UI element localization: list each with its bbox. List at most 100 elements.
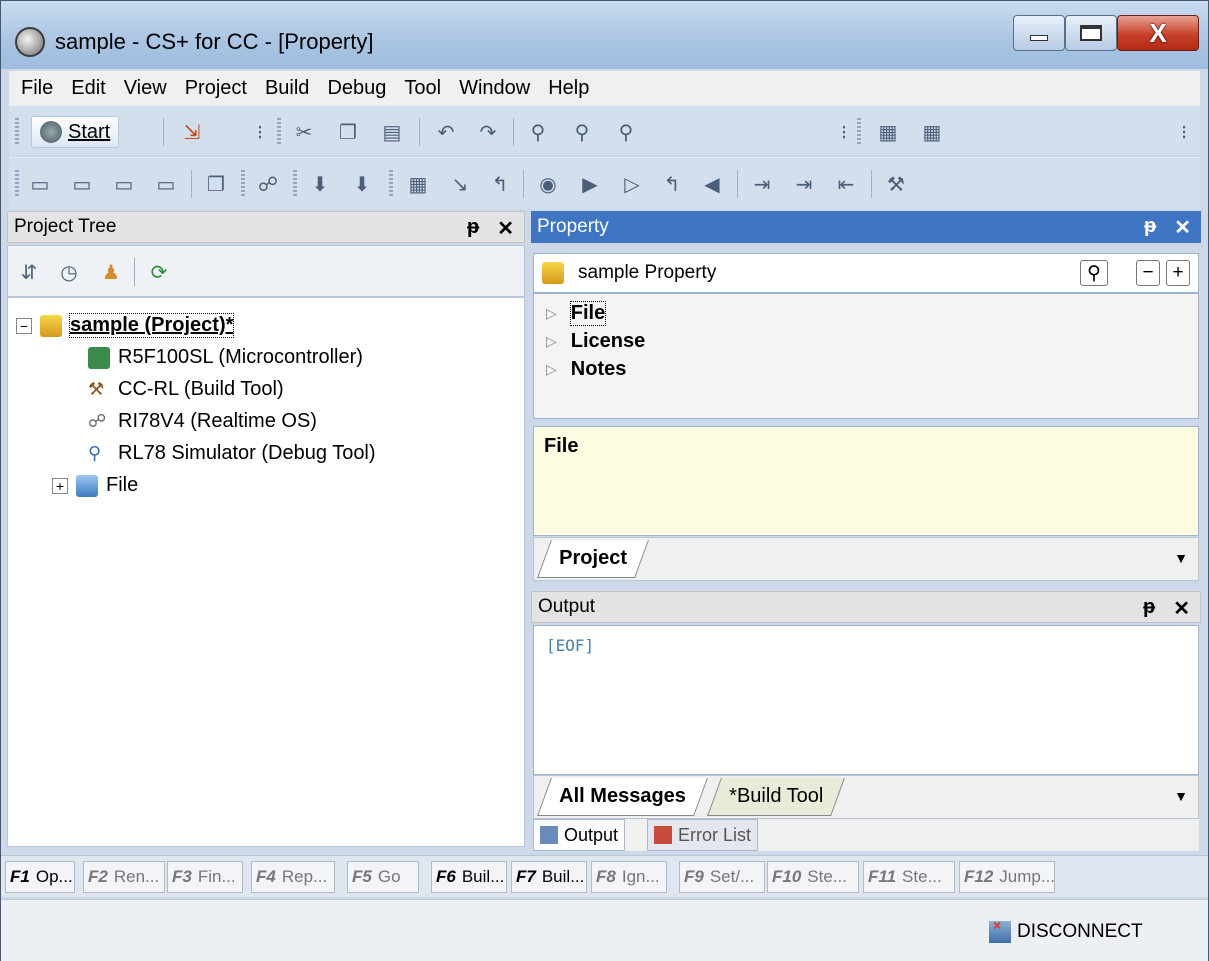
fkey-f5[interactable]: F5 Go (347, 861, 419, 893)
toolbar-grip[interactable] (857, 118, 861, 144)
undo-icon[interactable]: ↶ (433, 120, 459, 144)
fkey-f12[interactable]: F12 Jump... (959, 861, 1055, 893)
rewind-icon[interactable]: ◀ (699, 172, 725, 196)
build-window-2-icon[interactable]: ▦ (919, 120, 945, 144)
tree-node[interactable]: ⚲ RL78 Simulator (Debug Tool) (88, 442, 376, 465)
toolbar-grip[interactable] (241, 170, 245, 196)
toolbar-overflow-icon[interactable]: ⁝ (1171, 120, 1197, 144)
category-license[interactable]: ▷ License (546, 330, 645, 353)
hot-plug-icon[interactable]: ☍ (255, 172, 281, 196)
clock-icon[interactable]: ◷ (56, 260, 82, 284)
exit-icon[interactable]: ⇲ (179, 120, 205, 144)
close-icon[interactable]: ✕ (1173, 596, 1190, 621)
menu-file[interactable]: File (21, 77, 53, 100)
sort-icon[interactable]: ⇵ (16, 260, 42, 284)
fkey-f10[interactable]: F10 Ste... (767, 861, 859, 893)
panel-3-icon[interactable]: ▭ (111, 172, 137, 196)
close-button[interactable]: X (1117, 15, 1199, 51)
menu-help[interactable]: Help (548, 77, 589, 100)
tab-project[interactable]: Project (537, 540, 649, 578)
go-icon[interactable]: ▶ (577, 172, 603, 196)
pin-icon[interactable]: ᵽ (1143, 596, 1155, 621)
menu-tool[interactable]: Tool (404, 77, 441, 100)
menu-window[interactable]: Window (459, 77, 530, 100)
panel-2-icon[interactable]: ▭ (69, 172, 95, 196)
tab-error-list[interactable]: Error List (647, 819, 759, 851)
toolbar-grip[interactable] (293, 170, 297, 196)
toolbar-grip[interactable] (15, 118, 19, 144)
refresh-icon[interactable]: ⟳ (146, 260, 172, 284)
maximize-button[interactable] (1065, 15, 1117, 51)
build-window-icon[interactable]: ▦ (875, 120, 901, 144)
tree-node[interactable]: ⚒ CC-RL (Build Tool) (88, 378, 284, 401)
output-text[interactable]: [EOF] (533, 625, 1199, 775)
category-file[interactable]: ▷ File (546, 301, 607, 326)
toolbar-overflow-icon[interactable]: ⁝ (831, 120, 857, 144)
run-icon[interactable]: ▷ (619, 172, 645, 196)
toolbar-grip[interactable] (389, 170, 393, 196)
tree-node[interactable]: R5F100SL (Microcontroller) (88, 346, 363, 369)
toolbar-grip[interactable] (277, 118, 281, 144)
panel-icon[interactable]: ▭ (27, 172, 53, 196)
expand-icon[interactable]: ▷ (546, 333, 557, 350)
disconnect-status[interactable]: × DISCONNECT (989, 916, 1155, 948)
pin-icon[interactable]: ᵽ (1144, 215, 1156, 240)
fkey-f4[interactable]: F4 Rep... (251, 861, 335, 893)
minimize-button[interactable] (1013, 15, 1065, 51)
tree-node-project[interactable]: − sample (Project)* (16, 313, 235, 338)
tree-node[interactable]: ☍ RI78V4 (Realtime OS) (88, 410, 317, 433)
pin-icon[interactable]: ᵽ (467, 216, 479, 241)
close-icon[interactable]: ✕ (497, 216, 514, 241)
restart-icon[interactable]: ↰ (659, 172, 685, 196)
tab-dropdown-icon[interactable]: ▼ (1174, 788, 1188, 804)
menu-edit[interactable]: Edit (71, 77, 105, 100)
fkey-f8[interactable]: F8 Ign... (591, 861, 667, 893)
toolbar-overflow-icon[interactable]: ⁝ (247, 120, 273, 144)
download-icon[interactable]: ⬇ (307, 172, 333, 196)
expand-all-button[interactable]: + (1166, 260, 1190, 286)
toolbar-grip[interactable] (15, 170, 19, 196)
menu-view[interactable]: View (124, 77, 167, 100)
collapse-icon[interactable]: − (16, 317, 32, 334)
find-icon[interactable]: ⚲ (525, 120, 551, 144)
fkey-f2[interactable]: F2 Ren... (83, 861, 165, 893)
fkey-f11[interactable]: F11 Ste... (863, 861, 955, 893)
app-icon[interactable] (15, 27, 45, 57)
paste-icon[interactable]: ▤ (379, 120, 405, 144)
find-next-icon[interactable]: ⚲ (613, 120, 639, 144)
windows-icon[interactable]: ❐ (203, 172, 229, 196)
fkey-f3[interactable]: F3 Fin... (167, 861, 243, 893)
cut-icon[interactable]: ✂ (291, 120, 317, 144)
tab-build-tool[interactable]: *Build Tool (707, 778, 846, 816)
return-icon[interactable]: ↰ (487, 172, 513, 196)
step-over-icon[interactable]: ⇥ (791, 172, 817, 196)
close-icon[interactable]: ✕ (1174, 215, 1191, 240)
collapse-all-button[interactable]: − (1136, 260, 1160, 286)
user-icon[interactable]: ♟ (98, 260, 124, 284)
fkey-f1[interactable]: F1 Op... (5, 861, 75, 893)
stop-icon[interactable]: ◉ (535, 172, 561, 196)
menu-project[interactable]: Project (185, 77, 247, 100)
tab-output[interactable]: Output (533, 819, 626, 851)
start-button[interactable]: Start (31, 116, 120, 148)
panel-4-icon[interactable]: ▭ (153, 172, 179, 196)
expand-icon[interactable]: + (52, 477, 68, 494)
redo-icon[interactable]: ↷ (475, 120, 501, 144)
tool-icon[interactable]: ⚒ (883, 172, 909, 196)
connect-icon[interactable]: ▦ (405, 172, 431, 196)
download-2-icon[interactable]: ⬇ (349, 172, 375, 196)
menu-debug[interactable]: Debug (327, 77, 386, 100)
step-out-icon[interactable]: ⇤ (833, 172, 859, 196)
expand-icon[interactable]: ▷ (546, 361, 557, 378)
fkey-f9[interactable]: F9 Set/... (679, 861, 765, 893)
find-prev-icon[interactable]: ⚲ (569, 120, 595, 144)
title-bar[interactable]: sample - CS+ for CC - [Property] X (1, 1, 1208, 69)
fkey-f7[interactable]: F7 Buil... (511, 861, 587, 893)
step-icon[interactable]: ↘ (447, 172, 473, 196)
search-icon[interactable]: ⚲ (1080, 260, 1108, 286)
copy-icon[interactable]: ❐ (335, 120, 361, 144)
tree-node-file[interactable]: + File (52, 474, 138, 497)
expand-icon[interactable]: ▷ (546, 305, 557, 322)
category-notes[interactable]: ▷ Notes (546, 358, 626, 381)
tab-dropdown-icon[interactable]: ▼ (1174, 550, 1188, 566)
